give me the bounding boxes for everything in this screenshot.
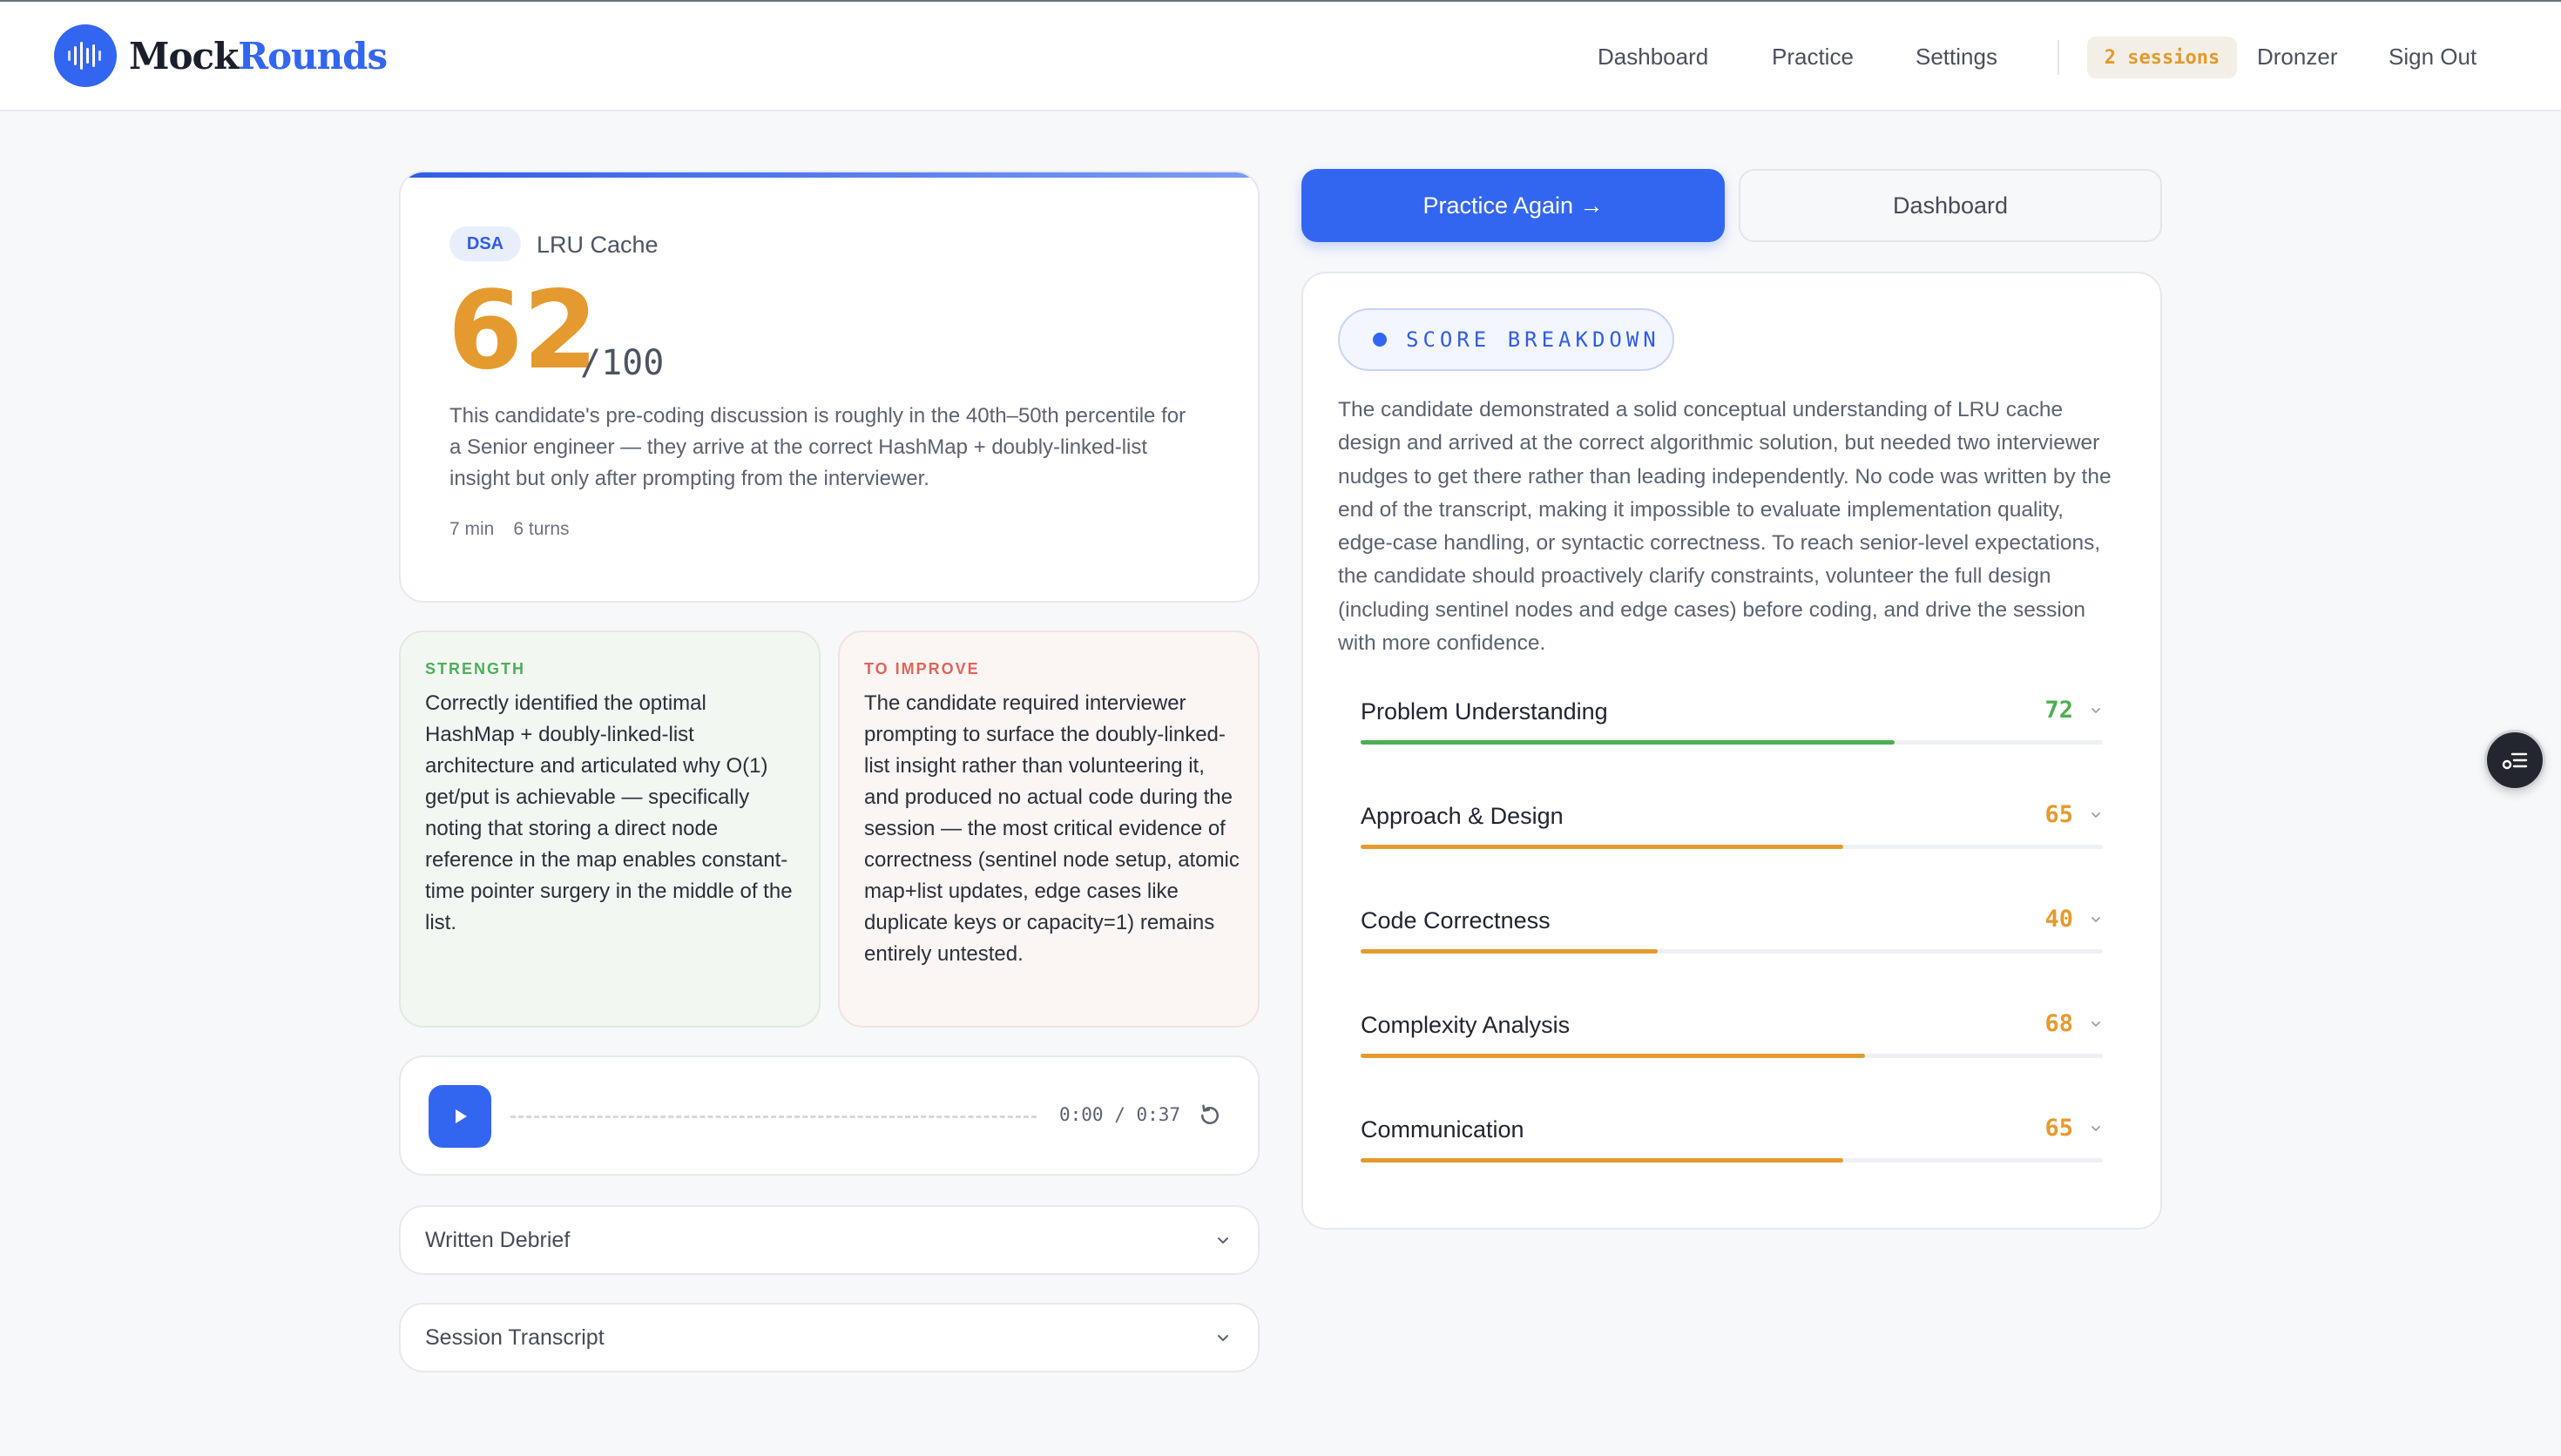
- metric-name: Code Correctness: [1361, 907, 1551, 934]
- replay-icon[interactable]: [1197, 1102, 1223, 1129]
- chevron-down-icon[interactable]: [2089, 704, 2103, 718]
- user-name[interactable]: Dronzer: [2257, 44, 2337, 71]
- floating-menu-button[interactable]: [2484, 730, 2545, 791]
- session-transcript-accordion[interactable]: Session Transcript: [399, 1303, 1260, 1372]
- play-icon: [456, 1109, 467, 1123]
- score-breakdown-label: SCORE BREAKDOWN: [1406, 327, 1660, 352]
- score-max: /100: [580, 343, 665, 383]
- menu-settings-icon: [2502, 752, 2528, 770]
- metric-score: 68: [2044, 1010, 2073, 1037]
- nav-dashboard[interactable]: Dashboard: [1598, 44, 1708, 71]
- nav-practice[interactable]: Practice: [1772, 44, 1854, 71]
- session-transcript-title: Session Transcript: [425, 1325, 605, 1350]
- brand-name: MockRounds: [129, 34, 388, 78]
- metric-name: Problem Understanding: [1361, 698, 1608, 725]
- chevron-down-icon[interactable]: [2089, 1122, 2103, 1136]
- metric-name: Complexity Analysis: [1361, 1012, 1571, 1038]
- chevron-down-icon: [1218, 1335, 1228, 1341]
- top-navigation-bar: MockRounds Dashboard Practice Settings 2…: [0, 0, 2561, 111]
- strength-label: STRENGTH: [425, 660, 525, 677]
- nav-settings[interactable]: Settings: [1916, 44, 1997, 71]
- score-breakdown-card: SCORE BREAKDOWN The candidate demonstrat…: [1301, 272, 2162, 1230]
- session-duration: 7 min: [449, 519, 495, 539]
- metric-progress-track: [1361, 949, 2103, 954]
- metric-score: 65: [2044, 1115, 2073, 1142]
- brand-logo[interactable]: MockRounds: [54, 24, 388, 87]
- metric-progress-fill: [1361, 1054, 1866, 1058]
- metric-row[interactable]: Approach & Design 65: [1361, 801, 2103, 855]
- improve-text: The candidate required interviewer promp…: [864, 691, 1240, 966]
- strength-card: STRENGTH Correctly identified the optima…: [399, 630, 821, 1028]
- metric-score: 65: [2044, 801, 2073, 828]
- metric-row[interactable]: Complexity Analysis 68: [1361, 1010, 2103, 1064]
- chevron-down-icon: [1218, 1237, 1228, 1244]
- metric-score: 40: [2044, 906, 2073, 933]
- metric-progress-fill: [1361, 1158, 1843, 1163]
- metric-progress-fill: [1361, 949, 1658, 954]
- nav-divider: [2058, 40, 2059, 75]
- improve-label: TO IMPROVE: [864, 660, 980, 677]
- problem-title: LRU Cache: [537, 232, 659, 258]
- session-meta: 7 min 6 turns: [449, 519, 589, 540]
- chevron-down-icon[interactable]: [2089, 1017, 2103, 1031]
- metric-name: Approach & Design: [1361, 803, 1564, 829]
- audio-time: 0:00 / 0:37: [1059, 1104, 1181, 1125]
- session-turns: 6 turns: [513, 519, 570, 539]
- metric-progress-fill: [1361, 740, 1895, 745]
- written-debrief-title: Written Debrief: [425, 1227, 571, 1252]
- chevron-down-icon[interactable]: [2089, 913, 2103, 927]
- metric-progress-track: [1361, 1158, 2103, 1163]
- chevron-down-icon[interactable]: [2089, 808, 2103, 822]
- metric-progress-track: [1361, 845, 2103, 849]
- score-description: This candidate's pre-coding discussion i…: [449, 404, 1186, 490]
- metric-progress-track: [1361, 1054, 2103, 1058]
- breakdown-summary: The candidate demonstrated a solid conce…: [1338, 398, 2112, 656]
- metric-row[interactable]: Communication 65: [1361, 1115, 2103, 1169]
- practice-again-button[interactable]: Practice Again →: [1301, 169, 1725, 242]
- metric-name: Communication: [1361, 1116, 1524, 1143]
- metric-progress-fill: [1361, 845, 1843, 849]
- strength-text: Correctly identified the optimal HashMap…: [425, 691, 793, 934]
- sign-out-link[interactable]: Sign Out: [2389, 44, 2477, 71]
- waveform-icon: [54, 24, 117, 87]
- overall-score: 62: [448, 268, 598, 394]
- audio-player: 0:00 / 0:37: [399, 1055, 1260, 1176]
- score-breakdown-pill: SCORE BREAKDOWN: [1338, 308, 1674, 371]
- dashboard-button[interactable]: Dashboard: [1739, 169, 2162, 242]
- metric-progress-track: [1361, 740, 2103, 745]
- dot-icon: [1373, 333, 1387, 347]
- improve-card: TO IMPROVE The candidate required interv…: [838, 630, 1260, 1028]
- audio-progress-track[interactable]: [510, 1116, 1037, 1118]
- play-button[interactable]: [429, 1085, 491, 1148]
- metric-score: 72: [2044, 697, 2073, 724]
- metric-row[interactable]: Problem Understanding 72: [1361, 697, 2103, 751]
- metric-row[interactable]: Code Correctness 40: [1361, 906, 2103, 960]
- score-card-accent-bar: [401, 172, 1258, 178]
- score-card: DSA LRU Cache 62 /100 This candidate's p…: [399, 171, 1260, 603]
- category-tag: DSA: [449, 226, 521, 261]
- written-debrief-accordion[interactable]: Written Debrief: [399, 1205, 1260, 1275]
- sessions-badge: 2 sessions: [2087, 37, 2237, 78]
